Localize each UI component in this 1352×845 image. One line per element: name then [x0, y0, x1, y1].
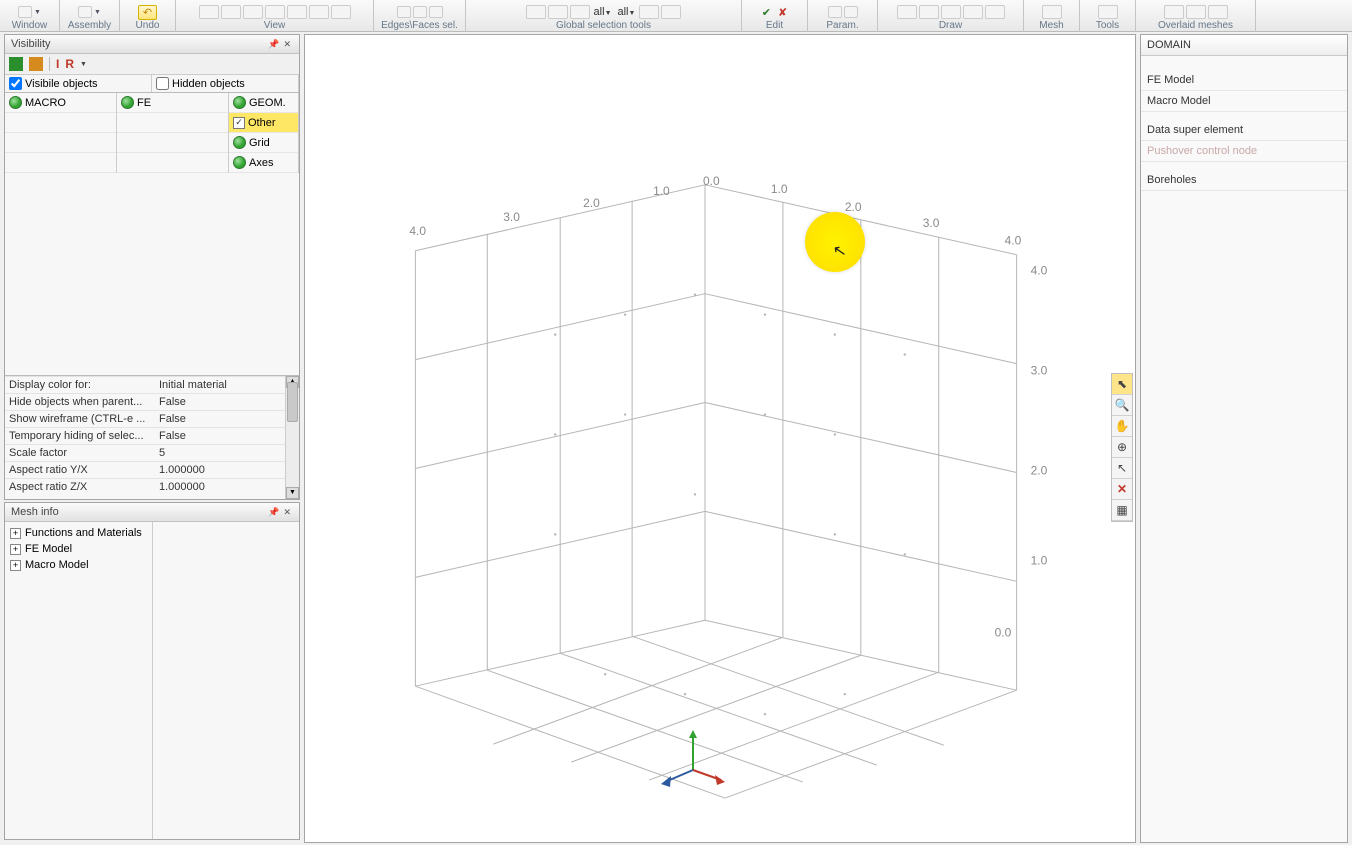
svg-text:4.0: 4.0 — [409, 224, 426, 238]
toolbar-undo[interactable]: ↶ Undo — [120, 0, 176, 32]
toolbar-overlaid-meshes[interactable]: Overlaid meshes — [1136, 0, 1256, 32]
visibility-toolbar: I R ▼ — [5, 54, 299, 75]
checkbox-icon[interactable]: ✓ — [233, 117, 245, 129]
dropdown-icon[interactable]: ▼ — [80, 61, 87, 68]
mesh-info-panel: Mesh info 📌✕ +Functions and Materials +F… — [4, 502, 300, 840]
vis-row-axes[interactable]: Axes — [229, 153, 298, 173]
prop-row[interactable]: Hide objects when parent...False — [5, 393, 285, 410]
toolbar-edges-faces-sel[interactable]: Edges\Faces sel. — [374, 0, 466, 32]
properties-scrollbar[interactable]: ▲ ▼ — [285, 376, 299, 499]
check-icon[interactable] — [233, 96, 246, 109]
svg-text:2.0: 2.0 — [583, 196, 600, 210]
pin-icon[interactable]: 📌 — [266, 39, 281, 49]
svg-text:3.0: 3.0 — [1031, 364, 1048, 378]
grid-tool[interactable]: ▦ — [1112, 500, 1132, 521]
tree-functions[interactable]: +Functions and Materials — [8, 525, 149, 541]
mesh-info-title[interactable]: Mesh info 📌✕ — [5, 503, 299, 522]
vis-row-geom[interactable]: GEOM. — [229, 93, 298, 113]
toolbar-assembly[interactable]: ▼ Assembly — [60, 0, 120, 32]
check-icon[interactable] — [233, 136, 246, 149]
close-icon[interactable]: ✕ — [281, 507, 293, 517]
target-tool[interactable]: ⊕ — [1112, 437, 1132, 458]
svg-text:3.0: 3.0 — [503, 210, 520, 224]
visibility-tabs: Visibile objects Hidden objects — [5, 75, 299, 93]
reset-button[interactable]: R — [65, 57, 74, 71]
arrow-tool[interactable]: ↖ — [1112, 458, 1132, 479]
prop-row[interactable]: Aspect ratio Z/X1.000000 — [5, 478, 285, 495]
toolbar-param[interactable]: Param. — [808, 0, 878, 32]
domain-title: DOMAIN — [1141, 35, 1347, 56]
zoom-tool[interactable]: 🔍 — [1112, 395, 1132, 416]
toolbar-mesh[interactable]: Mesh — [1024, 0, 1080, 32]
invert-button[interactable]: I — [56, 57, 59, 71]
visibility-grid: MACRO FE GEOM. ✓Other Grid Axes — [5, 93, 299, 173]
prop-row[interactable]: Show wireframe (CTRL-e ...False — [5, 410, 285, 427]
show-all-icon[interactable] — [9, 57, 23, 71]
domain-pushover[interactable]: Pushover control node — [1141, 141, 1347, 162]
toolbar-global-selection[interactable]: all▼ all▼ Global selection tools — [466, 0, 742, 32]
domain-boreholes[interactable]: Boreholes — [1141, 170, 1347, 191]
domain-panel: DOMAIN FE Model Macro Model Data super e… — [1140, 34, 1348, 843]
properties-grid: Display color for:Initial material Hide … — [5, 376, 285, 499]
toolbar-draw[interactable]: Draw — [878, 0, 1024, 32]
expand-icon[interactable]: + — [10, 528, 21, 539]
svg-text:3.0: 3.0 — [923, 216, 940, 230]
domain-fe-model[interactable]: FE Model — [1141, 70, 1347, 91]
expand-icon[interactable]: + — [10, 544, 21, 555]
tab-hidden-objects[interactable]: Hidden objects — [152, 75, 299, 92]
click-highlight — [805, 212, 865, 272]
viewport-3d[interactable]: 4.0 3.0 2.0 1.0 0.0 1.0 2.0 3.0 4.0 4.0 … — [304, 34, 1136, 843]
toolbar-edit[interactable]: ✔ ✘ Edit — [742, 0, 808, 32]
svg-text:0.0: 0.0 — [703, 174, 720, 188]
prop-row[interactable]: Aspect ratio Y/X1.000000 — [5, 461, 285, 478]
svg-text:4.0: 4.0 — [1031, 264, 1048, 278]
toolbar-tools[interactable]: Tools — [1080, 0, 1136, 32]
prop-row[interactable]: Display color for:Initial material — [5, 376, 285, 393]
select-tool[interactable]: ⬉ — [1112, 374, 1132, 395]
delete-tool[interactable]: ✕ — [1112, 479, 1132, 500]
vis-row-macro[interactable]: MACRO — [5, 93, 116, 113]
toolbar-window[interactable]: ▼ Window — [0, 0, 60, 32]
viewport-toolstrip: ⬉ 🔍 ✋ ⊕ ↖ ✕ ▦ — [1111, 373, 1133, 522]
check-icon[interactable] — [121, 96, 134, 109]
mesh-info-details — [153, 522, 299, 839]
svg-text:0.0: 0.0 — [995, 625, 1012, 639]
scroll-down-icon: ▼ — [286, 487, 299, 499]
svg-text:1.0: 1.0 — [653, 184, 670, 198]
pan-tool[interactable]: ✋ — [1112, 416, 1132, 437]
axis-gizmo — [657, 722, 729, 794]
grid-3d: 4.0 3.0 2.0 1.0 0.0 1.0 2.0 3.0 4.0 4.0 … — [305, 35, 1135, 842]
check-icon[interactable] — [233, 156, 246, 169]
domain-macro-model[interactable]: Macro Model — [1141, 91, 1347, 112]
expand-icon[interactable]: + — [10, 560, 21, 571]
mesh-tree: +Functions and Materials +FE Model +Macr… — [5, 522, 153, 839]
check-icon[interactable] — [9, 96, 22, 109]
svg-text:1.0: 1.0 — [771, 182, 788, 196]
pin-icon[interactable]: 📌 — [266, 507, 281, 517]
vis-row-fe[interactable]: FE — [117, 93, 228, 113]
visibility-title[interactable]: Visibility 📌✕ — [5, 35, 299, 54]
tree-macro-model[interactable]: +Macro Model — [8, 557, 149, 573]
vis-row-grid[interactable]: Grid — [229, 133, 298, 153]
svg-text:2.0: 2.0 — [845, 200, 862, 214]
svg-text:2.0: 2.0 — [1031, 463, 1048, 477]
prop-row[interactable]: Scale factor5 — [5, 444, 285, 461]
hide-all-icon[interactable] — [29, 57, 43, 71]
svg-text:4.0: 4.0 — [1005, 234, 1022, 248]
domain-super-element[interactable]: Data super element — [1141, 120, 1347, 141]
toolbar-view[interactable]: View — [176, 0, 374, 32]
visibility-panel: Visibility 📌✕ I R ▼ Visibile objects Hid… — [4, 34, 300, 500]
left-column: Visibility 📌✕ I R ▼ Visibile objects Hid… — [4, 34, 300, 842]
svg-text:1.0: 1.0 — [1031, 553, 1048, 567]
tab-visible-objects[interactable]: Visibile objects — [5, 75, 152, 92]
close-icon[interactable]: ✕ — [281, 39, 293, 49]
main-toolbar: ▼ Window ▼ Assembly ↶ Undo View Edges\Fa… — [0, 0, 1352, 32]
tree-fe-model[interactable]: +FE Model — [8, 541, 149, 557]
prop-row[interactable]: Temporary hiding of selec...False — [5, 427, 285, 444]
vis-row-other[interactable]: ✓Other — [229, 113, 298, 133]
